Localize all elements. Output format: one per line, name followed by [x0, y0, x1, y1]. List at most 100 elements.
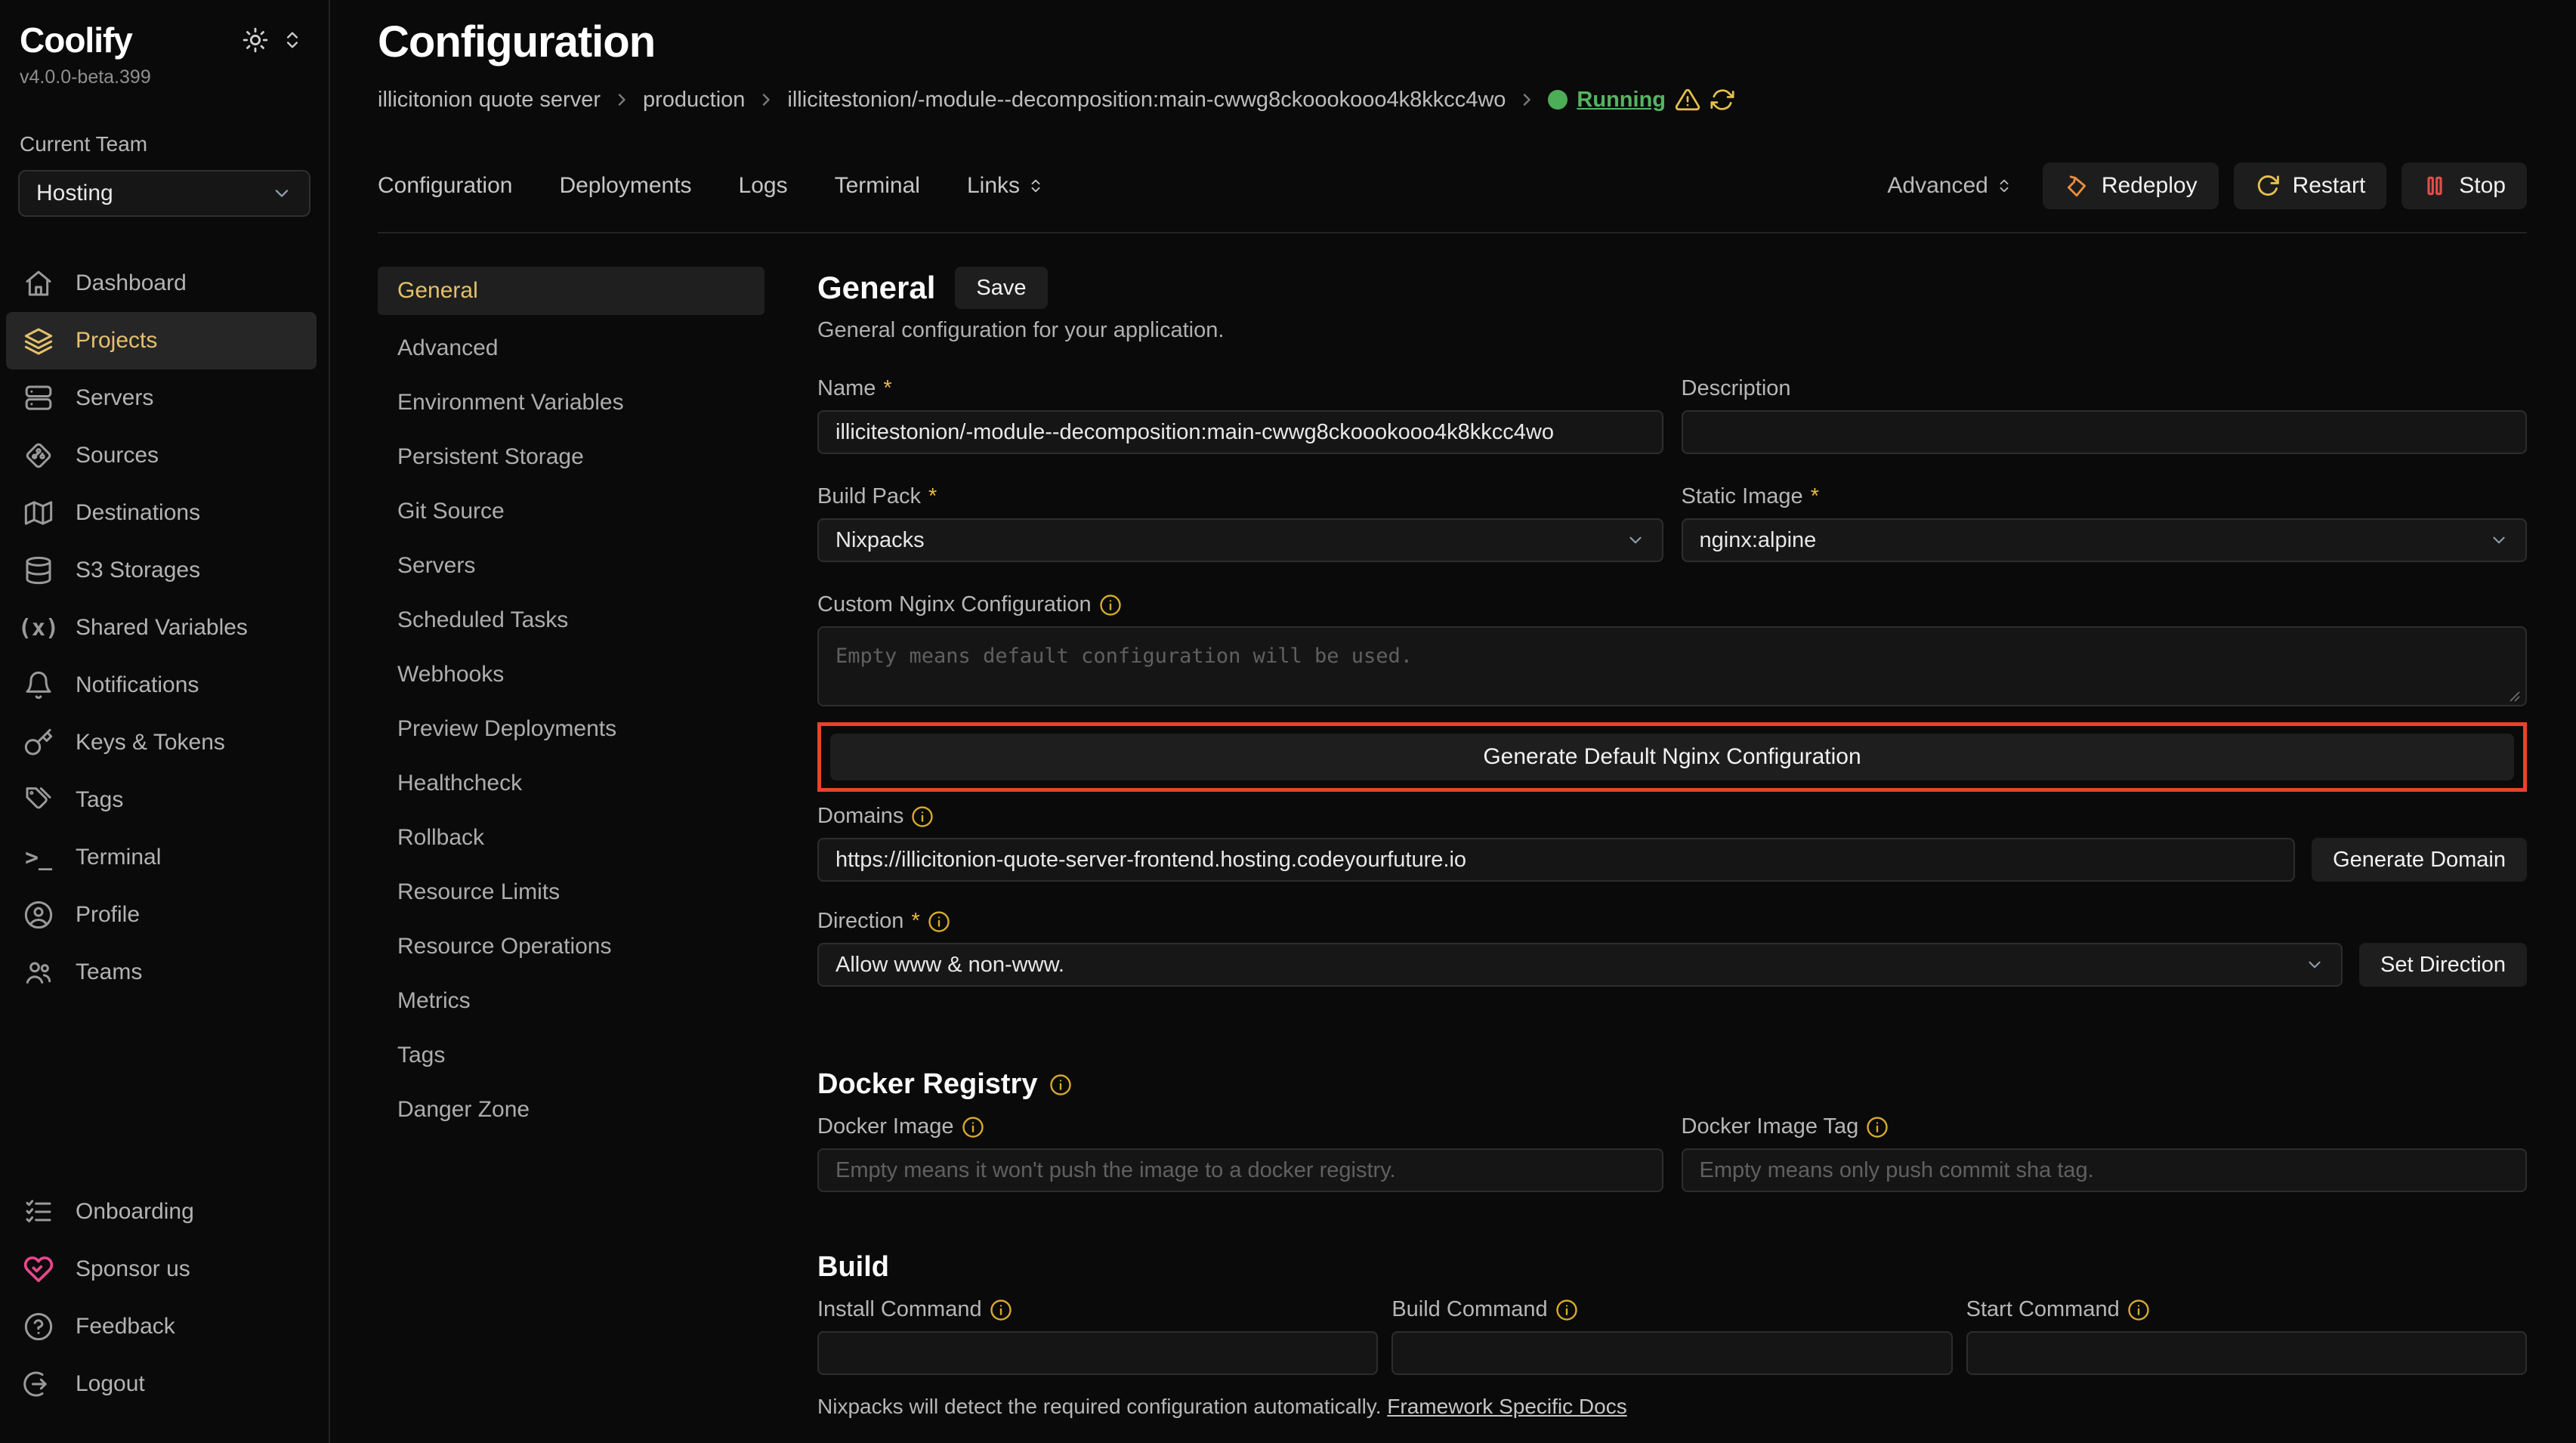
sidebar-item-projects[interactable]: Projects [6, 312, 317, 369]
tab-deployments[interactable]: Deployments [559, 173, 691, 199]
subnav-item-servers[interactable]: Servers [378, 539, 764, 593]
warning-icon[interactable] [1675, 87, 1700, 113]
content: General Advanced Environment Variables P… [378, 267, 2527, 1443]
subnav-item-preview-deployments[interactable]: Preview Deployments [378, 702, 764, 756]
theme-select-chevrons[interactable] [282, 29, 303, 51]
breadcrumb-environment[interactable]: production [643, 88, 745, 113]
tab-links[interactable]: Links [967, 173, 1044, 199]
chevrons-up-down-icon [282, 29, 303, 51]
static-image-select[interactable]: nginx:alpine [1682, 518, 2528, 562]
advanced-select-label: Advanced [1887, 173, 1988, 199]
subnav-item-webhooks[interactable]: Webhooks [378, 647, 764, 702]
subnav-item-tags[interactable]: Tags [378, 1028, 764, 1083]
config-subnav: General Advanced Environment Variables P… [378, 267, 764, 1443]
description-field-group: Description [1682, 376, 2528, 454]
pause-icon [2423, 174, 2447, 198]
start-command-input[interactable] [1966, 1331, 2527, 1375]
subnav-item-advanced[interactable]: Advanced [378, 321, 764, 375]
name-field-group: Name * [817, 376, 1663, 454]
bell-icon [23, 669, 54, 701]
subnav-item-danger-zone[interactable]: Danger Zone [378, 1083, 764, 1137]
sidebar-item-notifications[interactable]: Notifications [6, 657, 317, 714]
advanced-select[interactable]: Advanced [1887, 173, 2012, 199]
framework-docs-link[interactable]: Framework Specific Docs [1387, 1395, 1626, 1418]
sidebar-item-label: Keys & Tokens [76, 730, 225, 755]
subnav-item-persistent-storage[interactable]: Persistent Storage [378, 430, 764, 484]
sidebar-item-shared-variables[interactable]: (x) Shared Variables [6, 599, 317, 657]
database-icon [23, 555, 54, 586]
sidebar-item-servers[interactable]: Servers [6, 369, 317, 427]
sidebar-item-profile[interactable]: Profile [6, 886, 317, 944]
sidebar-item-label: S3 Storages [76, 558, 200, 583]
subnav-item-rollback[interactable]: Rollback [378, 811, 764, 865]
sidebar-item-label: Servers [76, 385, 153, 411]
subnav-item-resource-limits[interactable]: Resource Limits [378, 865, 764, 919]
team-select[interactable]: Hosting [18, 170, 310, 217]
set-direction-button[interactable]: Set Direction [2359, 943, 2527, 987]
tab-logs[interactable]: Logs [739, 173, 788, 199]
sidebar-item-label: Teams [76, 959, 142, 985]
name-label: Name [817, 376, 876, 401]
info-icon [962, 1116, 984, 1139]
sidebar-item-destinations[interactable]: Destinations [6, 484, 317, 542]
description-input[interactable] [1682, 410, 2528, 454]
direction-select[interactable]: Allow www & non-www. [817, 943, 2343, 987]
subnav-item-git-source[interactable]: Git Source [378, 484, 764, 539]
sidebar-item-logout[interactable]: Logout [6, 1355, 317, 1413]
resize-handle-icon[interactable] [2507, 689, 2521, 703]
docker-image-tag-label: Docker Image Tag [1682, 1114, 1859, 1139]
key-icon [23, 727, 54, 759]
sun-icon [242, 27, 268, 53]
domains-label: Domains [817, 804, 903, 829]
install-command-input[interactable] [817, 1331, 1378, 1375]
docker-image-tag-input[interactable] [1682, 1148, 2528, 1192]
sidebar-item-feedback[interactable]: Feedback [6, 1298, 317, 1355]
subnav-item-healthcheck[interactable]: Healthcheck [378, 756, 764, 811]
sidebar-item-dashboard[interactable]: Dashboard [6, 255, 317, 312]
generate-default-nginx-configuration-button[interactable]: Generate Default Nginx Configuration [830, 734, 2514, 780]
sidebar-item-keys-tokens[interactable]: Keys & Tokens [6, 714, 317, 771]
nixpacks-note-text: Nixpacks will detect the required config… [817, 1395, 1382, 1418]
subnav-item-resource-operations[interactable]: Resource Operations [378, 919, 764, 974]
restart-button[interactable]: Restart [2234, 162, 2387, 209]
save-button[interactable]: Save [955, 267, 1047, 309]
build-pack-select[interactable]: Nixpacks [817, 518, 1663, 562]
sidebar-item-label: Destinations [76, 500, 200, 526]
info-icon [1555, 1299, 1578, 1321]
sidebar: Coolify v4.0.0-beta.399 Current Team Hos… [0, 0, 330, 1443]
tab-configuration[interactable]: Configuration [378, 173, 512, 199]
tab-terminal[interactable]: Terminal [835, 173, 920, 199]
redeploy-button[interactable]: Redeploy [2043, 162, 2219, 209]
sidebar-item-teams[interactable]: Teams [6, 944, 317, 1001]
domains-input[interactable] [817, 838, 2295, 882]
docker-image-input[interactable] [817, 1148, 1663, 1192]
name-input[interactable] [817, 410, 1663, 454]
subnav-item-general[interactable]: General [378, 267, 764, 315]
info-icon [1099, 594, 1122, 616]
breadcrumb-application[interactable]: illicitestonion/-module--decomposition:m… [787, 88, 1506, 113]
refresh-icon[interactable] [1710, 87, 1735, 113]
custom-nginx-textarea[interactable] [817, 626, 2527, 706]
chevron-down-icon [271, 183, 292, 204]
chevrons-up-down-icon [1996, 178, 2012, 194]
generate-domain-button[interactable]: Generate Domain [2312, 838, 2527, 882]
status-label[interactable]: Running [1577, 88, 1666, 113]
sidebar-item-sponsor-us[interactable]: Sponsor us [6, 1241, 317, 1298]
custom-nginx-label: Custom Nginx Configuration [817, 592, 1092, 617]
required-mark: * [883, 376, 891, 401]
theme-toggle[interactable] [242, 27, 268, 53]
sidebar-item-sources[interactable]: Sources [6, 427, 317, 484]
breadcrumb-project[interactable]: illicitonion quote server [378, 88, 601, 113]
subnav-item-metrics[interactable]: Metrics [378, 974, 764, 1028]
subnav-item-scheduled-tasks[interactable]: Scheduled Tasks [378, 593, 764, 647]
sidebar-item-onboarding[interactable]: Onboarding [6, 1183, 317, 1241]
stop-button[interactable]: Stop [2401, 162, 2527, 209]
subnav-item-environment-variables[interactable]: Environment Variables [378, 375, 764, 430]
build-command-input[interactable] [1391, 1331, 1952, 1375]
sidebar-item-tags[interactable]: Tags [6, 771, 317, 829]
sidebar-item-label: Profile [76, 902, 140, 928]
nixpacks-note: Nixpacks will detect the required config… [817, 1395, 2527, 1419]
restart-icon [2255, 173, 2281, 199]
sidebar-item-terminal[interactable]: >_ Terminal [6, 829, 317, 886]
sidebar-item-s3-storages[interactable]: S3 Storages [6, 542, 317, 599]
